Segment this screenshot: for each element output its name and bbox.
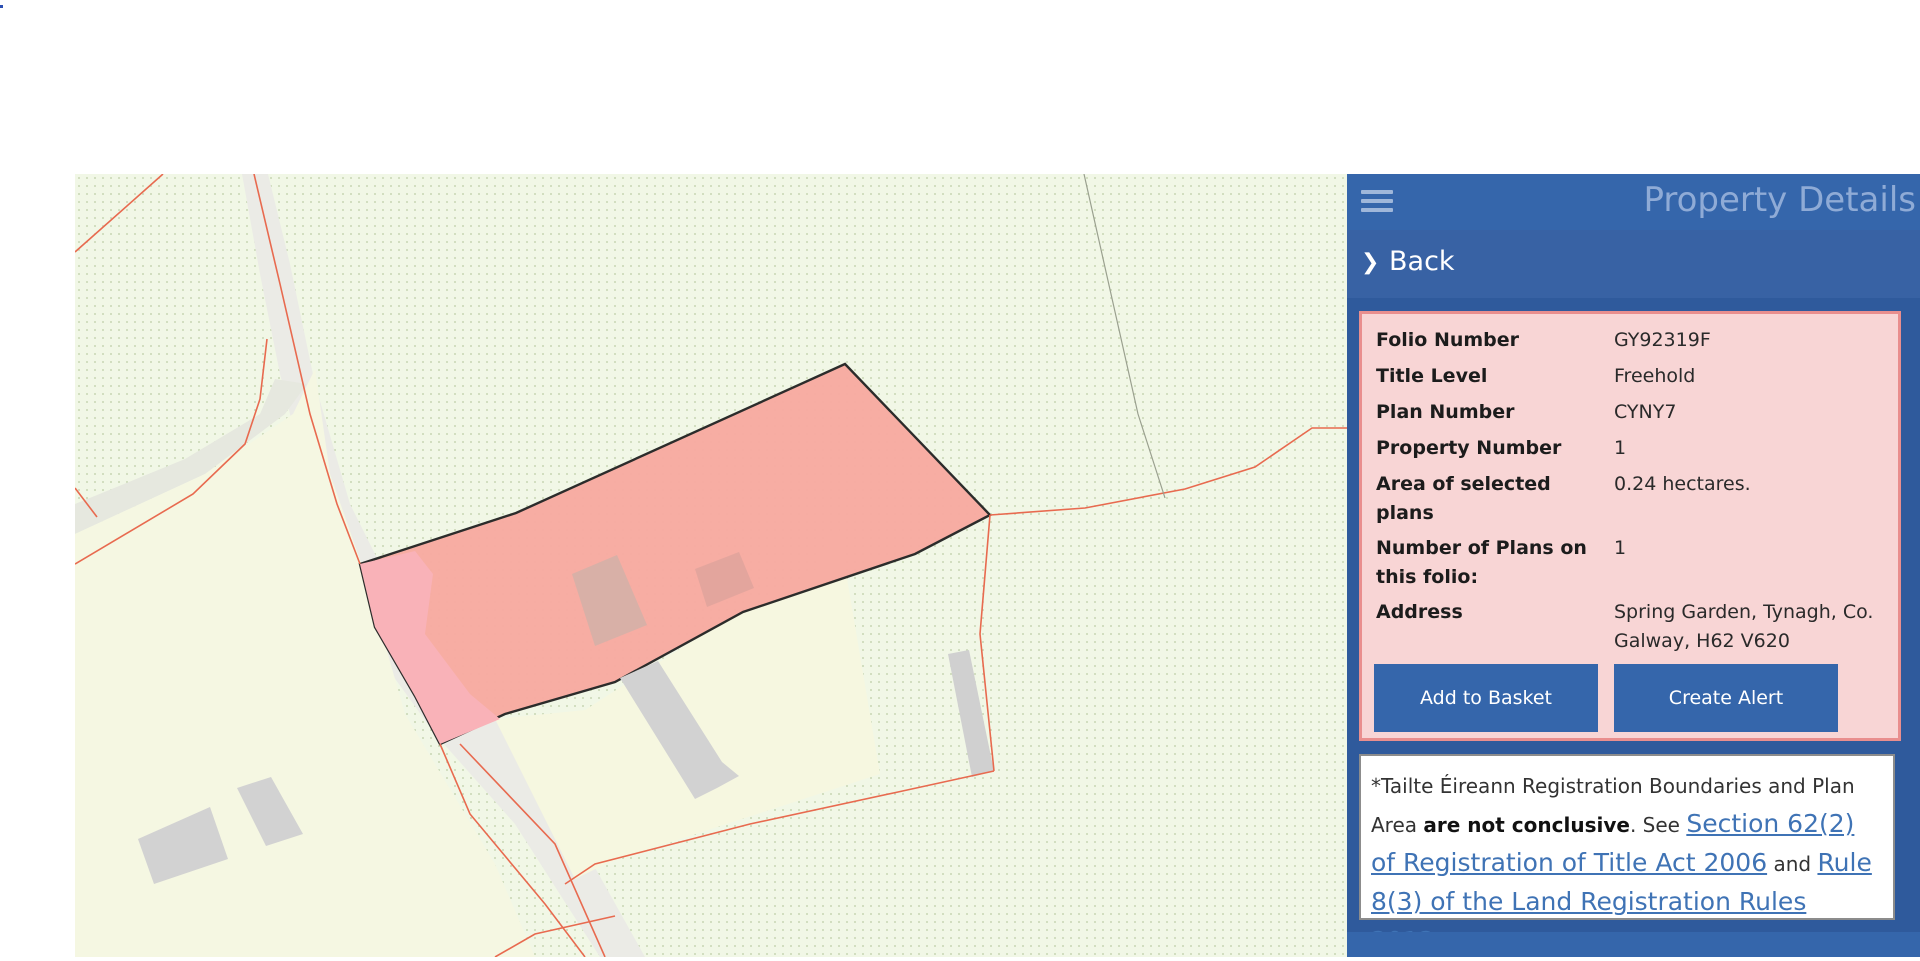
detail-value: 1 — [1614, 437, 1627, 459]
disclaimer-see: . See — [1629, 813, 1687, 837]
detail-value: 1 — [1614, 537, 1627, 559]
disclaimer-emphasis: are not conclusive — [1423, 813, 1630, 837]
detail-value: CYNY7 — [1614, 401, 1677, 423]
corner-marker — [0, 5, 3, 8]
panel-header: Property Details — [1347, 174, 1920, 230]
map-svg[interactable] — [75, 174, 1347, 957]
detail-value: Spring Garden, Tynagh, Co. Galway, H62 V… — [1614, 601, 1874, 652]
panel-footer — [1347, 932, 1920, 957]
disclaimer-and: and — [1767, 852, 1818, 876]
detail-value: 0.24 hectares. — [1614, 473, 1751, 495]
field-boundary — [1083, 174, 1166, 499]
detail-label: Number of Plans on this folio: — [1376, 537, 1587, 588]
detail-label: Plan Number — [1376, 401, 1515, 423]
detail-label: Folio Number — [1376, 329, 1520, 351]
detail-label: Area of selected plans — [1376, 473, 1551, 524]
back-label: Back — [1389, 246, 1455, 277]
add-to-basket-button[interactable]: Add to Basket — [1374, 664, 1598, 732]
detail-value: Freehold — [1614, 365, 1696, 387]
detail-label: Title Level — [1376, 365, 1488, 387]
create-alert-button[interactable]: Create Alert — [1614, 664, 1838, 732]
property-details-panel: Property Details ❯ Back Folio Number GY9… — [1347, 174, 1920, 957]
map-canvas[interactable] — [75, 174, 1347, 957]
detail-label: Address — [1376, 601, 1463, 623]
property-details-box: Folio Number GY92319F Title Level Freeho… — [1359, 311, 1901, 741]
chevron-right-icon: ❯ — [1361, 250, 1380, 275]
back-button[interactable]: ❯ Back — [1347, 230, 1920, 298]
hamburger-menu-icon[interactable] — [1361, 187, 1395, 217]
building — [948, 650, 994, 777]
detail-label: Property Number — [1376, 437, 1562, 459]
detail-value: GY92319F — [1614, 329, 1711, 351]
panel-title: Property Details — [1643, 180, 1916, 220]
disclaimer-box: *Tailte Éireann Registration Boundaries … — [1359, 754, 1895, 955]
